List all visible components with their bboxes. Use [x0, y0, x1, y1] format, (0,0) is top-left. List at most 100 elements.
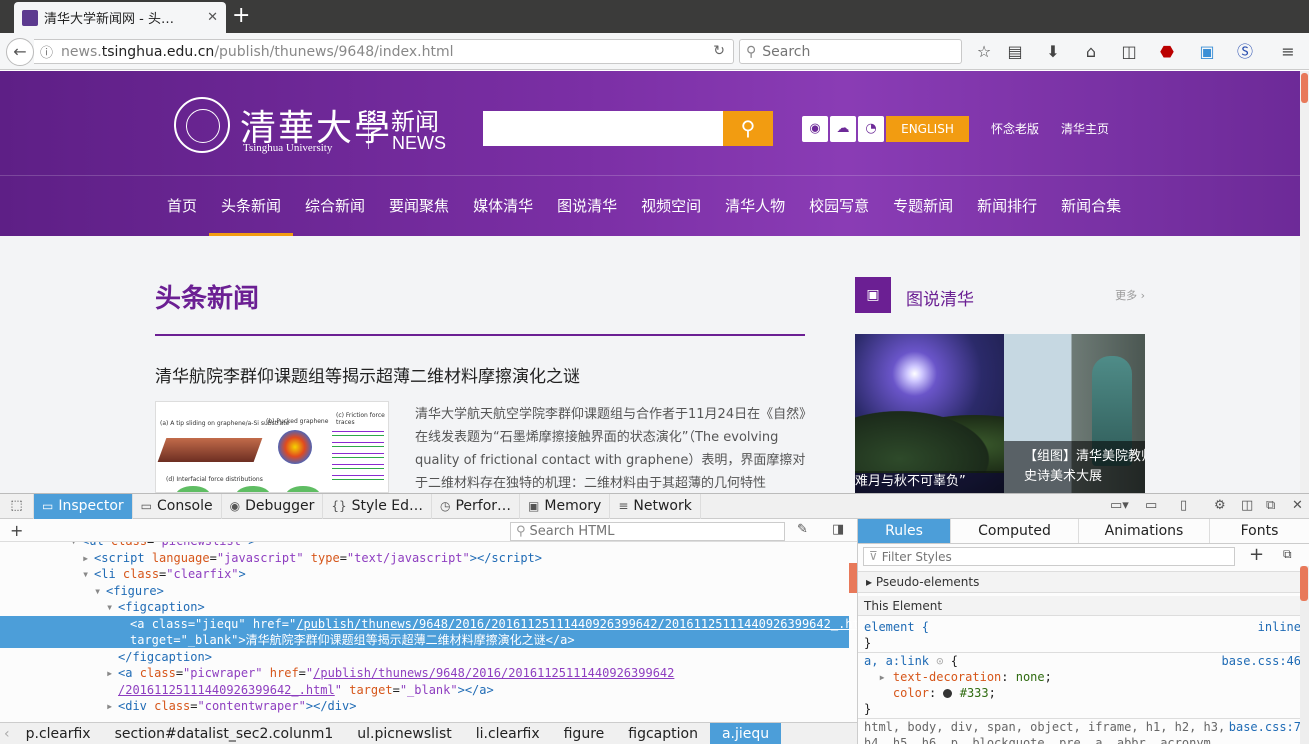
- article-thumbnail[interactable]: (a) A tip sliding on graphene/a-Si subst…: [155, 401, 389, 493]
- screenshot-icon[interactable]: ▯: [1180, 498, 1187, 513]
- english-button[interactable]: ENGLISH: [886, 116, 969, 142]
- search-html-input[interactable]: [529, 524, 770, 539]
- search-html-box[interactable]: ⚲: [510, 522, 785, 541]
- back-arrow-icon[interactable]: ←: [6, 38, 34, 66]
- more-link[interactable]: 更多 ›: [1115, 287, 1145, 303]
- markup-node[interactable]: ▾ <figcaption>: [0, 599, 849, 615]
- devtools-tab-console[interactable]: ▭ Console: [133, 494, 222, 519]
- rule-source[interactable]: inline: [1258, 619, 1301, 635]
- photo-card[interactable]: 【组图】清华美院教师 史诗美术大展: [1004, 334, 1145, 493]
- browser-search-input[interactable]: [762, 43, 943, 60]
- rule-selector[interactable]: h4, h5, h6, p, blockquote, pre, a, abbr,…: [864, 735, 1218, 744]
- bookmarks-library-icon[interactable]: ▤: [1003, 40, 1027, 64]
- menu-item[interactable]: 综合新闻: [293, 176, 377, 236]
- settings-gear-icon[interactable]: ⚙: [1214, 498, 1226, 513]
- scratchpad-icon[interactable]: ▭: [1145, 498, 1157, 513]
- old-version-link[interactable]: 怀念老版: [991, 120, 1039, 137]
- site-search-button[interactable]: ⚲: [723, 111, 773, 146]
- reload-icon[interactable]: ↻: [713, 43, 725, 59]
- skype-extension-icon[interactable]: ▣: [1195, 40, 1219, 64]
- menu-item[interactable]: 新闻合集: [1049, 176, 1133, 236]
- eyedropper-icon[interactable]: ✎: [797, 522, 808, 537]
- markup-node[interactable]: <a class="jiequ" href="/publish/thunews/…: [0, 615, 857, 632]
- expand-twisty-icon[interactable]: ▸: [106, 665, 118, 681]
- close-tab-icon[interactable]: ✕: [207, 10, 218, 25]
- separate-window-icon[interactable]: ⧉: [1266, 498, 1275, 513]
- filter-styles-box[interactable]: ⊽: [863, 547, 1235, 566]
- menu-item[interactable]: 媒体清华: [461, 176, 545, 236]
- tsinghua-home-link[interactable]: 清华主页: [1061, 120, 1109, 137]
- menu-item[interactable]: 图说清华: [545, 176, 629, 236]
- rule-selector[interactable]: html, body, div, span, object, iframe, h…: [864, 719, 1225, 735]
- expand-twisty-icon[interactable]: ▸: [106, 698, 118, 714]
- photo-caption[interactable]: 难月与秋不可辜负”: [855, 471, 1004, 493]
- info-icon[interactable]: ⓘ: [40, 42, 53, 61]
- devtools-tab-inspector[interactable]: ▭ Inspector: [34, 494, 133, 519]
- add-node-icon[interactable]: +: [10, 520, 23, 542]
- breadcrumb-item[interactable]: section#datalist_sec2.colunm1: [103, 723, 346, 744]
- rules-scrollbar-thumb[interactable]: [1300, 566, 1308, 601]
- breadcrumb-item[interactable]: a.jiequ: [709, 722, 782, 744]
- devtools-tab-perfor[interactable]: ◷ Perfor…: [432, 494, 521, 519]
- markup-node[interactable]: ▾<ul class="picnewslist">: [0, 542, 849, 549]
- markup-node[interactable]: ▾ <figure>: [0, 583, 849, 599]
- photo-caption[interactable]: 【组图】清华美院教师 史诗美术大展: [1004, 441, 1145, 493]
- close-devtools-icon[interactable]: ✕: [1292, 498, 1303, 513]
- rss-icon[interactable]: ◔: [858, 116, 884, 142]
- property-name[interactable]: color: [893, 686, 929, 700]
- markup-node[interactable]: ▸ <script language="javascript" type="tex…: [0, 550, 849, 566]
- devtools-tab-debugger[interactable]: ◉ Debugger: [222, 494, 324, 519]
- expand-twisty-icon[interactable]: ▾: [82, 566, 94, 582]
- hamburger-menu-icon[interactable]: ≡: [1276, 40, 1300, 64]
- ublock-icon[interactable]: ⬣: [1155, 40, 1179, 64]
- markup-node[interactable]: /20161125111440926399642_.html" target="…: [0, 682, 849, 698]
- page-scrollbar[interactable]: [1300, 71, 1309, 493]
- rule-declaration[interactable]: color: #333;: [864, 685, 996, 701]
- page-scrollbar-thumb[interactable]: [1301, 73, 1308, 103]
- browser-tab[interactable]: 清华大学新闻网 - 头… ✕: [14, 2, 226, 33]
- menu-item[interactable]: 首页: [155, 176, 209, 236]
- menu-item[interactable]: 要闻聚焦: [377, 176, 461, 236]
- element-picker-icon[interactable]: ⬚: [0, 494, 34, 519]
- sidebar-tab-fonts[interactable]: Fonts: [1210, 519, 1309, 543]
- expand-twisty-icon[interactable]: ▾: [94, 583, 106, 599]
- menu-item[interactable]: 头条新闻: [209, 176, 294, 236]
- photo-card[interactable]: 难月与秋不可辜负”: [855, 334, 1004, 493]
- devtools-tab-styleed[interactable]: {} Style Ed…: [323, 494, 432, 519]
- menu-item[interactable]: 新闻排行: [965, 176, 1049, 236]
- expand-twisty-icon[interactable]: ▸: [82, 550, 94, 566]
- pocket-icon[interactable]: ◫: [1117, 40, 1141, 64]
- breadcrumb-item[interactable]: ul.picnewslist: [345, 723, 463, 744]
- property-value[interactable]: #333: [960, 686, 989, 700]
- markup-node[interactable]: ▸ <a class="picwraper" href="/publish/thu…: [0, 665, 849, 681]
- browser-search-box[interactable]: ⚲: [739, 39, 962, 64]
- new-tab-icon[interactable]: +: [232, 4, 250, 28]
- rule-declaration[interactable]: ▸ text-decoration: none;: [864, 669, 1051, 685]
- breadcrumb-item[interactable]: figcaption: [616, 723, 710, 744]
- responsive-mode-icon[interactable]: ▭▾: [1110, 498, 1129, 513]
- extension-s-icon[interactable]: Ⓢ: [1233, 40, 1257, 64]
- property-value[interactable]: none: [1016, 670, 1045, 684]
- menu-item[interactable]: 专题新闻: [881, 176, 965, 236]
- breadcrumb-scroll-left-icon[interactable]: ‹: [0, 726, 14, 742]
- markup-node[interactable]: target="_blank">清华航院李群仰课题组等揭示超薄二维材料摩擦演化之…: [0, 632, 849, 648]
- color-swatch-icon[interactable]: [943, 689, 953, 698]
- property-name[interactable]: text-decoration: [893, 670, 1001, 684]
- bookmark-star-icon[interactable]: ☆: [972, 40, 996, 64]
- devtools-tab-network[interactable]: ≡ Network: [610, 494, 701, 519]
- sidebar-tab-computed[interactable]: Computed: [951, 519, 1079, 543]
- rule-selector[interactable]: a, a:link ⊙ {: [864, 653, 958, 669]
- rule-source[interactable]: base.css:7: [1228, 719, 1301, 735]
- markup-node[interactable]: ▸ <div class="contentwraper"></div>: [0, 698, 849, 714]
- expand-twisty-icon[interactable]: ▾: [106, 599, 118, 615]
- sidebar-tab-rules[interactable]: Rules: [858, 519, 951, 543]
- markup-node[interactable]: </figcaption>: [0, 649, 849, 665]
- print-simulation-icon[interactable]: ⧉: [1283, 547, 1292, 562]
- rule-source[interactable]: base.css:46: [1222, 653, 1301, 669]
- site-search-input[interactable]: [483, 111, 723, 146]
- sidebar-title[interactable]: 图说清华: [906, 285, 974, 310]
- tsinghua-seal-logo[interactable]: [174, 97, 230, 153]
- markup-node[interactable]: ▾ <li class="clearfix">: [0, 566, 849, 582]
- breadcrumb-item[interactable]: figure: [552, 723, 617, 744]
- wechat-icon[interactable]: ☁: [830, 116, 856, 142]
